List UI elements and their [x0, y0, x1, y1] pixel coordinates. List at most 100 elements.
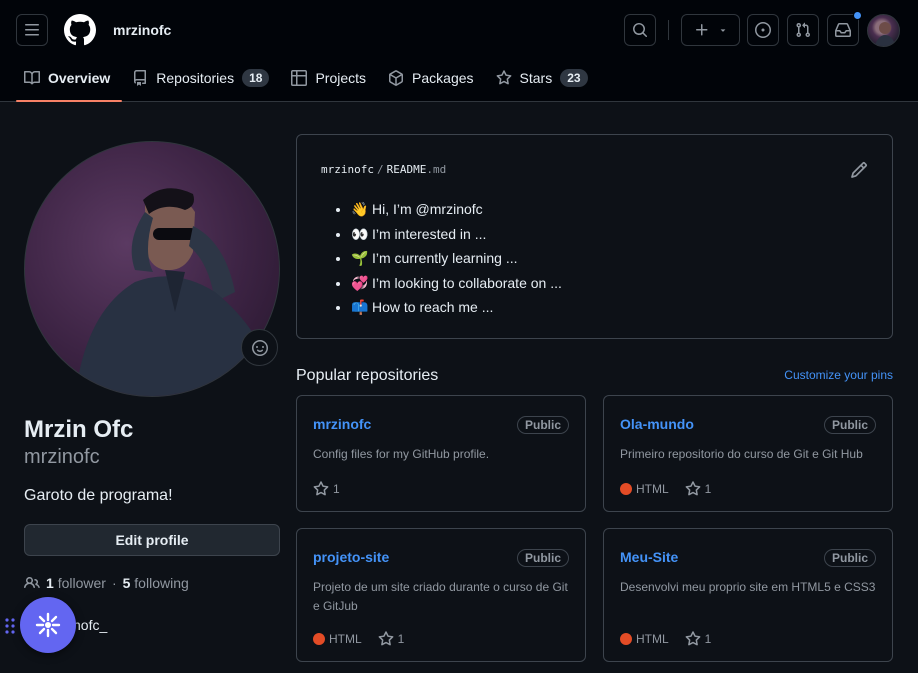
- tab-overview[interactable]: Overview: [16, 56, 123, 102]
- eyes-emoji: 👀: [351, 225, 369, 242]
- visibility-badge: Public: [823, 416, 876, 434]
- following-count: 5: [122, 575, 131, 591]
- readme-item-text: I’m currently learning ...: [372, 250, 518, 267]
- top-bar: mrzinofc Overview Repositories 18 Projec…: [0, 0, 918, 102]
- search-button[interactable]: [624, 14, 656, 46]
- set-status-button[interactable]: [241, 329, 278, 366]
- tab-repositories[interactable]: Repositories 18: [124, 56, 281, 100]
- tab-projects-label: Projects: [315, 70, 367, 86]
- floating-assistant-button[interactable]: [20, 597, 76, 653]
- mailbox-emoji: 📫: [351, 299, 369, 316]
- header-username[interactable]: mrzinofc: [113, 22, 171, 38]
- readme-item: 💞️I’m looking to collaborate on ...: [351, 271, 562, 296]
- popular-repositories-title: Popular repositories: [296, 367, 439, 384]
- repo-language-name: HTML: [636, 482, 669, 496]
- repo-description: Primeiro repositorio do curso de Git e G…: [620, 447, 863, 461]
- repo-stars[interactable]: 1: [685, 631, 711, 647]
- followers-label: follower: [57, 575, 106, 591]
- search-icon: [633, 23, 648, 38]
- star-icon: [685, 481, 701, 496]
- readme-path: mrzinofc / README.md: [321, 163, 446, 176]
- followers-link[interactable]: 1 follower: [46, 575, 106, 591]
- people-icon: [24, 576, 40, 589]
- tab-projects[interactable]: Projects: [283, 56, 378, 100]
- table-icon: [291, 70, 308, 86]
- followers-count: 1: [46, 575, 54, 591]
- star-icon: [313, 481, 329, 496]
- pull-request-icon: [796, 22, 811, 38]
- repo-meta: HTML 1: [313, 631, 404, 647]
- visibility-badge: Public: [516, 549, 569, 567]
- readme-item-text: Hi, I’m @mrzinofc: [372, 201, 483, 217]
- github-logo-icon[interactable]: [64, 14, 96, 46]
- repo-description: Desenvolvi meu proprio site em HTML5 e C…: [620, 580, 876, 594]
- smiley-icon: [251, 339, 268, 356]
- tab-packages-label: Packages: [412, 70, 474, 86]
- repo-card: Ola-mundo Public Primeiro repositorio do…: [603, 395, 893, 512]
- readme-list: 👋Hi, I’m @mrzinofc 👀I’m interested in ..…: [351, 197, 562, 320]
- profile-readme: mrzinofc/README.md 👋Hi, I’m @mrzinofc 👀I…: [296, 134, 893, 339]
- readme-item-text: I’m interested in ...: [372, 225, 487, 242]
- triangle-down-icon: [720, 29, 725, 32]
- readme-filename[interactable]: README: [387, 163, 427, 176]
- notifications-button[interactable]: [827, 11, 862, 46]
- tab-packages[interactable]: Packages: [380, 56, 485, 100]
- repo-name-link[interactable]: mrzinofc: [313, 416, 371, 432]
- pull-requests-button[interactable]: [787, 14, 819, 46]
- social-link[interactable]: nofc_: [73, 617, 107, 633]
- pencil-icon[interactable]: [850, 161, 868, 179]
- issues-button[interactable]: [747, 14, 779, 46]
- stars-counter: 23: [560, 69, 588, 87]
- repo-name-link[interactable]: projeto-site: [313, 549, 389, 565]
- tab-stars[interactable]: Stars 23: [488, 56, 600, 100]
- readme-item: 📫How to reach me ...: [351, 295, 562, 320]
- repo-meta: HTML 1: [620, 481, 711, 497]
- repo-language-name: HTML: [329, 632, 362, 646]
- profile-photo: [75, 188, 279, 396]
- seedling-emoji: 🌱: [351, 250, 369, 267]
- plus-icon: [695, 24, 707, 36]
- language-color-dot: [620, 483, 632, 495]
- follow-separator: ·: [111, 575, 117, 591]
- repo-stars[interactable]: 1: [685, 481, 712, 497]
- readme-path-separator: /: [376, 163, 384, 176]
- readme-item: 👀I’m interested in ...: [351, 222, 562, 247]
- readme-item: 👋Hi, I’m @mrzinofc: [351, 197, 562, 222]
- visibility-badge: Public: [823, 549, 876, 567]
- avatar-thumbnail: [874, 22, 896, 46]
- notification-dot: [853, 11, 862, 20]
- readme-item-text: I’m looking to collaborate on ...: [372, 274, 562, 291]
- profile-full-name: Mrzin Ofc: [24, 416, 134, 443]
- repositories-counter: 18: [242, 69, 270, 87]
- repo-stars-count: 1: [333, 482, 340, 496]
- hearts-emoji: 💞️: [351, 274, 369, 291]
- following-link[interactable]: 5 following: [123, 575, 189, 591]
- drag-handle-icon[interactable]: [4, 617, 16, 635]
- repo-name-link[interactable]: Meu-Site: [620, 549, 678, 565]
- edit-profile-button[interactable]: Edit profile: [24, 524, 280, 556]
- readme-owner[interactable]: mrzinofc: [321, 163, 374, 176]
- repo-stars-count: 1: [704, 482, 712, 496]
- repo-language: HTML: [620, 482, 669, 496]
- readme-item-text: How to reach me ...: [372, 299, 494, 316]
- repo-name-link[interactable]: Ola-mundo: [620, 416, 694, 432]
- repo-stars[interactable]: 1: [378, 631, 405, 647]
- customize-pins-link[interactable]: Customize your pins: [784, 368, 893, 382]
- profile-avatar[interactable]: [24, 141, 280, 397]
- readme-extension: .md: [426, 163, 447, 176]
- repo-stars[interactable]: 1: [313, 481, 340, 497]
- repo-meta: HTML 1: [620, 631, 711, 647]
- user-avatar-small[interactable]: [867, 14, 900, 47]
- repo-stars-count: 1: [397, 632, 405, 646]
- language-color-dot: [620, 633, 632, 645]
- profile-login: mrzinofc: [24, 446, 100, 468]
- create-new-button[interactable]: [681, 14, 740, 46]
- tab-repositories-label: Repositories: [156, 70, 235, 86]
- repo-description: Config files for my GitHub profile.: [313, 447, 490, 461]
- repo-language: HTML: [313, 632, 362, 646]
- profile-bio: Garoto de programa!: [24, 487, 173, 504]
- repo-card: mrzinofc Public Config files for my GitH…: [296, 395, 586, 512]
- repo-icon: [134, 70, 147, 86]
- star-icon: [685, 631, 701, 646]
- hamburger-menu-button[interactable]: [16, 14, 48, 46]
